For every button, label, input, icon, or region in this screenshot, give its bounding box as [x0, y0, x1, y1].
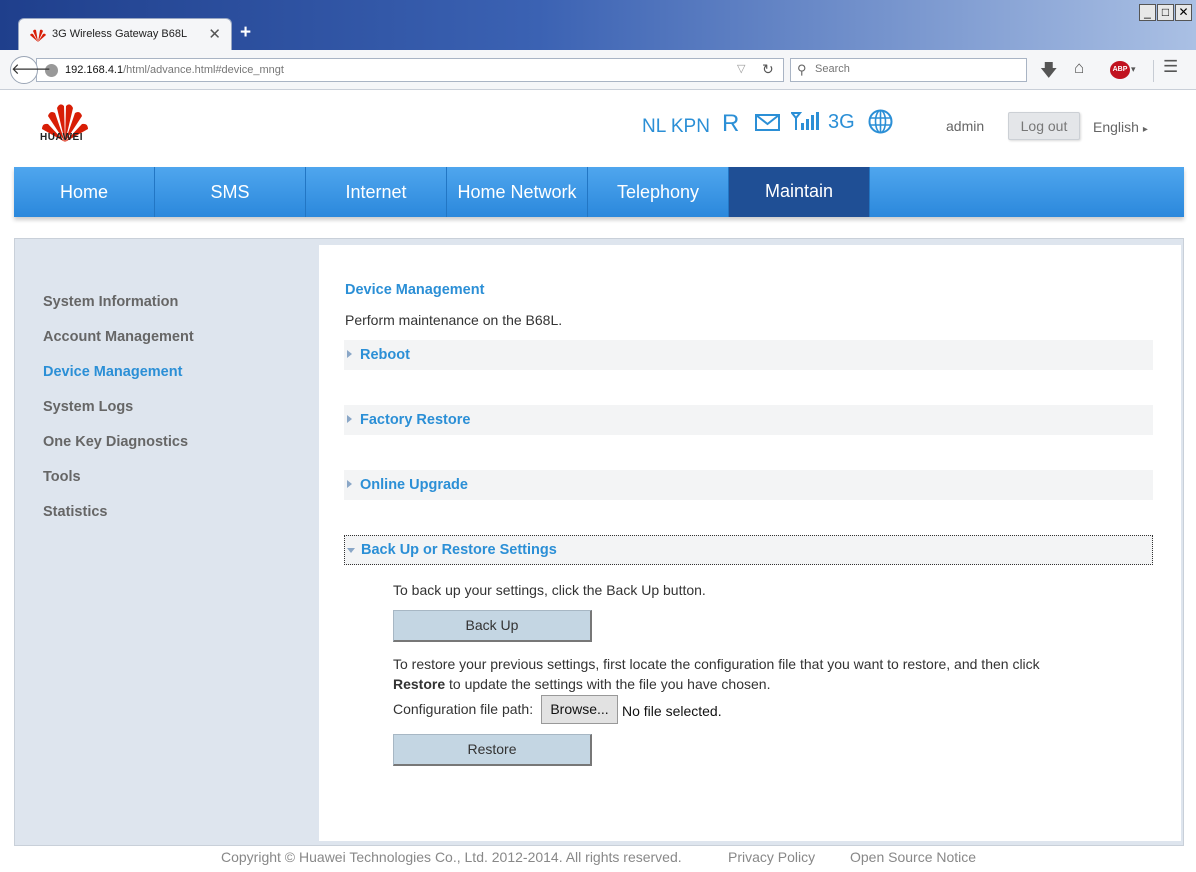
- config-file-label: Configuration file path:: [393, 701, 534, 717]
- url-bar[interactable]: 192.168.4.1/html/advance.html#device_mng…: [36, 58, 784, 82]
- url-text[interactable]: 192.168.4.1/html/advance.html#device_mng…: [65, 64, 284, 76]
- expand-arrow-icon: [347, 480, 352, 488]
- nav-sms[interactable]: SMS: [155, 167, 306, 217]
- open-source-notice-link[interactable]: Open Source Notice: [850, 849, 976, 865]
- minimize-button[interactable]: _: [1139, 4, 1156, 21]
- sidebar-item-statistics[interactable]: Statistics: [43, 504, 107, 520]
- section-label: Online Upgrade: [360, 477, 468, 493]
- arrow-left-icon: 🡐: [11, 61, 52, 78]
- sidebar-item-tools[interactable]: Tools: [43, 469, 81, 485]
- backup-instructions: To back up your settings, click the Back…: [393, 582, 706, 598]
- operator-name: NL KPN: [642, 116, 710, 137]
- browser-titlebar: 3G Wireless Gateway B68L ✕ + _ □ ✕: [0, 0, 1196, 50]
- restore-instructions-line2: Restore to update the settings with the …: [393, 676, 771, 692]
- new-tab-button[interactable]: +: [240, 22, 251, 44]
- toolbar-separator: [1153, 60, 1154, 82]
- sidebar-item-one-key-diagnostics[interactable]: One Key Diagnostics: [43, 434, 188, 450]
- footer: Copyright © Huawei Technologies Co., Ltd…: [0, 848, 1196, 872]
- backup-button[interactable]: Back Up: [393, 610, 592, 642]
- browser-tab[interactable]: 3G Wireless Gateway B68L ✕: [18, 18, 232, 50]
- restore-instructions: To restore your previous settings, first…: [393, 656, 1040, 672]
- window-controls: _ □ ✕: [1139, 4, 1192, 21]
- tab-title: 3G Wireless Gateway B68L: [52, 28, 188, 40]
- browser-navbar: 192.168.4.1/html/advance.html#device_mng…: [0, 50, 1196, 90]
- signal-strength-icon: [791, 112, 819, 130]
- tab-close-icon[interactable]: ✕: [208, 25, 221, 43]
- chevron-down-icon[interactable]: ▾: [1131, 64, 1136, 75]
- mail-icon[interactable]: [755, 114, 780, 131]
- url-dropdown-icon[interactable]: ▽: [737, 62, 745, 75]
- home-icon[interactable]: ⌂: [1074, 58, 1084, 78]
- content-area: System Information Account Management De…: [14, 238, 1184, 846]
- search-icon: ⚲: [797, 62, 807, 77]
- section-label: Factory Restore: [360, 412, 471, 428]
- nav-internet[interactable]: Internet: [306, 167, 447, 217]
- page-title: Device Management: [345, 282, 485, 298]
- reload-icon[interactable]: ↻: [762, 61, 774, 78]
- search-input[interactable]: [815, 63, 1015, 75]
- globe-icon: [868, 109, 893, 134]
- nav-home[interactable]: Home: [14, 167, 155, 217]
- nav-telephony[interactable]: Telephony: [588, 167, 729, 217]
- page-description: Perform maintenance on the B68L.: [345, 312, 563, 328]
- chevron-right-icon: ▸: [1142, 124, 1148, 135]
- back-button[interactable]: 🡐: [10, 56, 51, 84]
- download-icon[interactable]: 🡇: [1040, 58, 1057, 87]
- section-reboot[interactable]: Reboot: [344, 340, 1153, 370]
- user-name: admin: [946, 118, 985, 134]
- sidebar-item-system-information[interactable]: System Information: [43, 294, 178, 310]
- nav-maintain[interactable]: Maintain: [729, 167, 870, 217]
- section-label: Back Up or Restore Settings: [361, 542, 557, 558]
- adblock-icon[interactable]: ABP: [1110, 61, 1130, 79]
- section-online-upgrade[interactable]: Online Upgrade: [344, 470, 1153, 500]
- expand-arrow-icon: [347, 350, 352, 358]
- expand-arrow-icon: [347, 415, 352, 423]
- language-selector[interactable]: English ▸: [1093, 119, 1148, 135]
- section-factory-restore[interactable]: Factory Restore: [344, 405, 1153, 435]
- huawei-logo-text: HUAWEI: [40, 132, 83, 143]
- sidebar-item-device-management[interactable]: Device Management: [43, 364, 182, 380]
- collapse-arrow-icon: [347, 548, 355, 553]
- file-status: No file selected.: [622, 703, 722, 719]
- roaming-icon: R: [722, 110, 740, 137]
- network-type-label: 3G: [828, 111, 855, 133]
- menu-icon[interactable]: ☰: [1163, 57, 1178, 77]
- search-bar[interactable]: ⚲: [790, 58, 1027, 82]
- logout-button[interactable]: Log out: [1008, 112, 1080, 140]
- sidebar-item-system-logs[interactable]: System Logs: [43, 399, 133, 415]
- maximize-button[interactable]: □: [1157, 4, 1174, 21]
- restore-button[interactable]: Restore: [393, 734, 592, 766]
- section-label: Reboot: [360, 347, 410, 363]
- main-nav: Home SMS Internet Home Network Telephony…: [14, 167, 1184, 217]
- sidebar: System Information Account Management De…: [15, 239, 315, 845]
- huawei-favicon-icon: [30, 29, 46, 42]
- nav-home-network[interactable]: Home Network: [447, 167, 588, 217]
- privacy-policy-link[interactable]: Privacy Policy: [728, 849, 815, 865]
- section-backup-restore[interactable]: Back Up or Restore Settings: [344, 535, 1153, 565]
- copyright-text: Copyright © Huawei Technologies Co., Ltd…: [221, 849, 682, 865]
- browse-button[interactable]: Browse...: [541, 695, 618, 724]
- sidebar-item-account-management[interactable]: Account Management: [43, 329, 194, 345]
- main-panel: Device Management Perform maintenance on…: [319, 245, 1181, 841]
- close-window-button[interactable]: ✕: [1175, 4, 1192, 21]
